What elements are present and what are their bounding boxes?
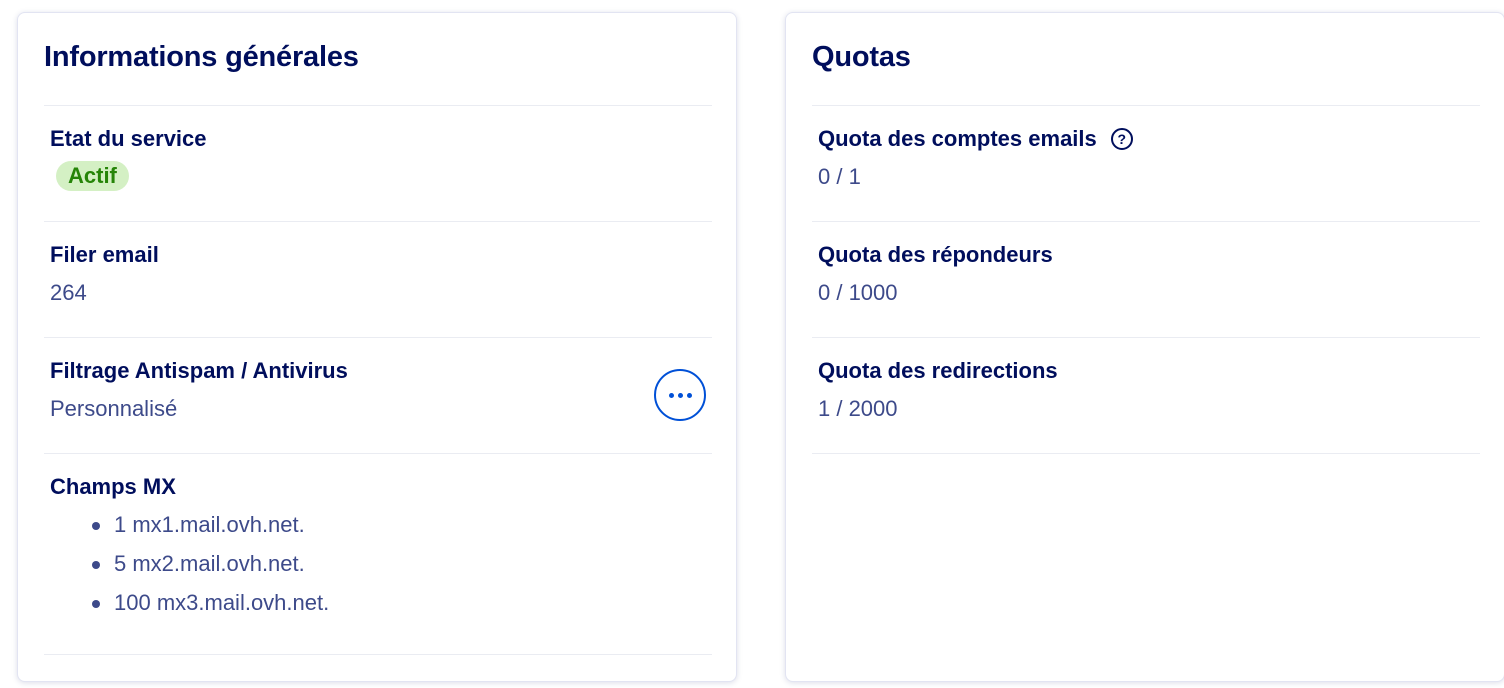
filer-value: 264 bbox=[50, 280, 87, 305]
quota-label: Quota des comptes emails ? bbox=[818, 125, 1478, 153]
filtering-actions-button[interactable] bbox=[654, 369, 706, 421]
service-state-item: Etat du service Actif bbox=[50, 125, 710, 191]
mx-label: Champs MX bbox=[50, 474, 176, 499]
divider bbox=[44, 221, 712, 222]
filer-item: Filer email 264 bbox=[50, 241, 710, 307]
service-state-label: Etat du service bbox=[50, 126, 207, 151]
quota-item-responders: Quota des répondeurs 0 / 1000 bbox=[818, 241, 1478, 307]
quota-label: Quota des redirections bbox=[818, 358, 1058, 383]
divider bbox=[44, 337, 712, 338]
more-horizontal-icon bbox=[686, 392, 692, 398]
quota-value: 1 / 2000 bbox=[818, 396, 898, 421]
list-item: 100 mx3.mail.ovh.net. bbox=[50, 589, 710, 617]
filtering-item: Filtrage Antispam / Antivirus Personnali… bbox=[50, 357, 710, 423]
quota-label-text: Quota des comptes emails bbox=[818, 126, 1097, 151]
divider bbox=[812, 105, 1480, 106]
mx-item: Champs MX 1 mx1.mail.ovh.net. 5 mx2.mail… bbox=[50, 473, 710, 628]
mx-record: 5 mx2.mail.ovh.net. bbox=[114, 551, 305, 576]
filtering-value: Personnalisé bbox=[50, 396, 178, 421]
mx-list: 1 mx1.mail.ovh.net. 5 mx2.mail.ovh.net. … bbox=[50, 511, 710, 617]
general-info-card: Informations générales Etat du service A… bbox=[17, 12, 737, 682]
quotas-card: Quotas Quota des comptes emails ? 0 / 1 … bbox=[785, 12, 1504, 682]
quota-value: 0 / 1 bbox=[818, 164, 861, 189]
divider bbox=[44, 453, 712, 454]
divider bbox=[812, 453, 1480, 454]
bullet-icon bbox=[92, 600, 100, 608]
quota-label: Quota des répondeurs bbox=[818, 242, 1053, 267]
divider bbox=[44, 654, 712, 655]
divider bbox=[812, 337, 1480, 338]
bullet-icon bbox=[92, 561, 100, 569]
quotas-title: Quotas bbox=[812, 41, 911, 73]
quota-value: 0 / 1000 bbox=[818, 280, 898, 305]
general-info-title: Informations générales bbox=[44, 41, 359, 73]
bullet-icon bbox=[92, 522, 100, 530]
mx-record: 100 mx3.mail.ovh.net. bbox=[114, 590, 330, 615]
quota-item-redirections: Quota des redirections 1 / 2000 bbox=[818, 357, 1478, 423]
filtering-label: Filtrage Antispam / Antivirus bbox=[50, 358, 348, 383]
quota-item-email-accounts: Quota des comptes emails ? 0 / 1 bbox=[818, 125, 1478, 191]
question-circle-icon[interactable]: ? bbox=[1110, 128, 1133, 150]
mx-record: 1 mx1.mail.ovh.net. bbox=[114, 512, 305, 537]
divider bbox=[44, 105, 712, 106]
list-item: 5 mx2.mail.ovh.net. bbox=[50, 550, 710, 578]
filer-label: Filer email bbox=[50, 242, 159, 267]
more-horizontal-icon bbox=[677, 392, 683, 398]
status-badge: Actif bbox=[56, 161, 129, 191]
list-item: 1 mx1.mail.ovh.net. bbox=[50, 511, 710, 539]
divider bbox=[812, 221, 1480, 222]
more-horizontal-icon bbox=[668, 392, 674, 398]
